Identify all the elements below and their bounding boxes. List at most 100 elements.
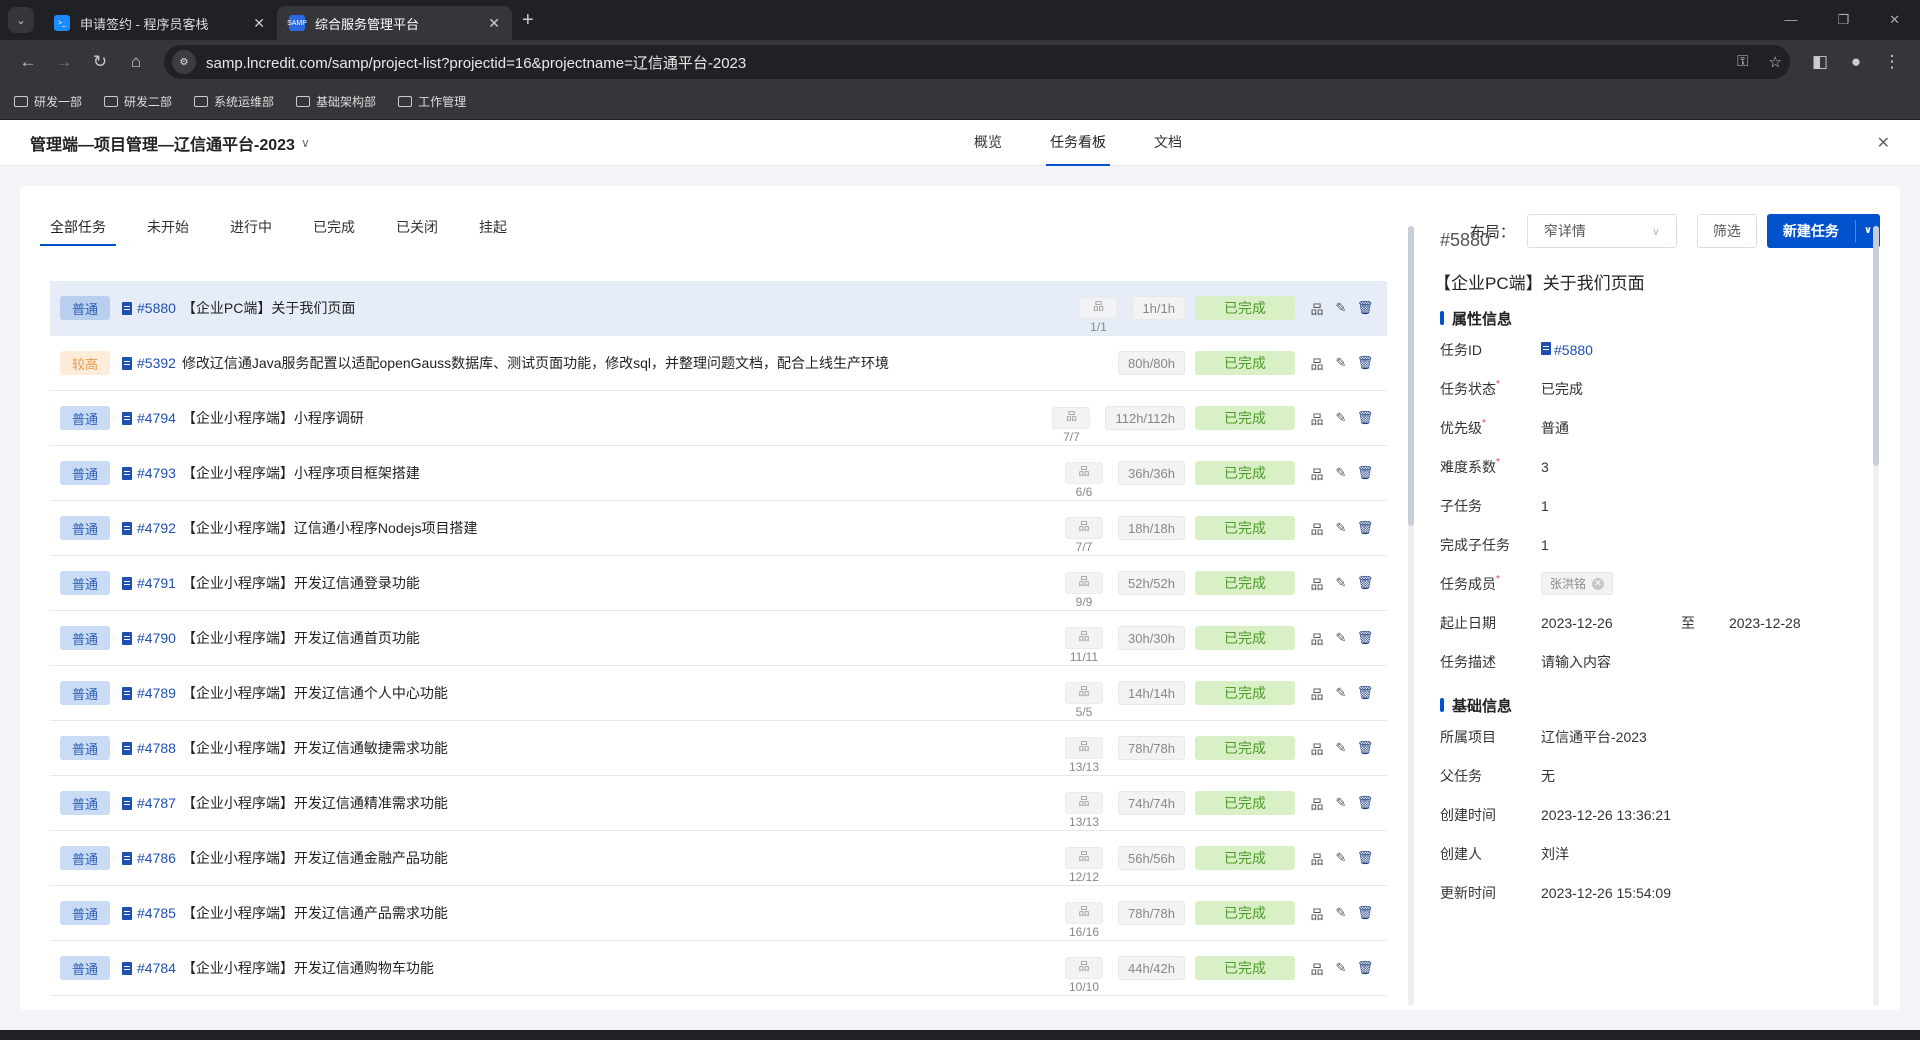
member-chip[interactable]: 张洪铭 ✕ bbox=[1541, 572, 1614, 595]
field-value[interactable]: 普通 bbox=[1541, 418, 1569, 438]
add-subtask-icon[interactable]: 品 bbox=[1305, 354, 1329, 373]
subtask-badge[interactable]: 品 12/12 bbox=[1065, 847, 1103, 884]
subtask-badge[interactable]: 品 7/7 bbox=[1052, 407, 1091, 444]
close-icon[interactable]: ✕ bbox=[1877, 133, 1890, 153]
status-badge[interactable]: 已完成 bbox=[1195, 956, 1295, 980]
status-badge[interactable]: 已完成 bbox=[1195, 901, 1295, 925]
edit-icon[interactable]: ✎ bbox=[1329, 410, 1353, 426]
task-id-link[interactable]: #4788 bbox=[137, 740, 176, 756]
delete-icon[interactable]: 🗑 bbox=[1353, 410, 1377, 426]
home-icon[interactable]: ⌂ bbox=[118, 52, 154, 72]
close-tab-icon[interactable]: ✕ bbox=[488, 15, 500, 32]
delete-icon[interactable]: 🗑 bbox=[1353, 575, 1377, 591]
url-input[interactable]: ⚙ samp.lncredit.com/samp/project-list?pr… bbox=[164, 45, 1790, 79]
task-row[interactable]: 普通 #4786 【企业小程序端】开发辽信通金融产品功能 品 12/12 56h/56h 已… bbox=[50, 831, 1387, 886]
edit-icon[interactable]: ✎ bbox=[1329, 630, 1353, 646]
close-tab-icon[interactable]: ✕ bbox=[253, 15, 265, 32]
status-badge[interactable]: 已完成 bbox=[1195, 846, 1295, 870]
delete-icon[interactable]: 🗑 bbox=[1353, 630, 1377, 646]
key-icon[interactable]: ⚿ bbox=[1737, 53, 1748, 71]
filter-tab[interactable]: 未开始 bbox=[137, 216, 199, 246]
task-id-link[interactable]: #4792 bbox=[137, 520, 176, 536]
task-row[interactable]: 普通 #4788 【企业小程序端】开发辽信通敏捷需求功能 品 13/13 78h/78h 已… bbox=[50, 721, 1387, 776]
delete-icon[interactable]: 🗑 bbox=[1353, 300, 1377, 316]
delete-icon[interactable]: 🗑 bbox=[1353, 795, 1377, 811]
subtask-badge[interactable]: 品 6/6 bbox=[1065, 462, 1103, 499]
minimize-icon[interactable]: — bbox=[1784, 12, 1797, 28]
tab-0[interactable]: 概览 bbox=[970, 120, 1006, 166]
delete-icon[interactable]: 🗑 bbox=[1353, 465, 1377, 481]
bookmark-item[interactable]: 研发二部 bbox=[104, 93, 172, 110]
page-title[interactable]: 管理端—项目管理—辽信通平台-2023 bbox=[30, 131, 295, 155]
filter-tab[interactable]: 已完成 bbox=[303, 216, 365, 246]
field-value[interactable]: 1 bbox=[1541, 498, 1549, 514]
field-value[interactable]: 已完成 bbox=[1541, 379, 1583, 399]
task-name[interactable]: 【企业小程序端】开发辽信通个人中心功能 bbox=[182, 683, 448, 703]
edit-icon[interactable]: ✎ bbox=[1329, 520, 1353, 536]
detail-task-title[interactable]: 【企业PC端】关于我们页面 bbox=[1434, 269, 1870, 294]
task-row[interactable]: 普通 #4787 【企业小程序端】开发辽信通精准需求功能 品 13/13 74h/74h 已… bbox=[50, 776, 1387, 831]
task-row[interactable]: 普通 #4789 【企业小程序端】开发辽信通个人中心功能 品 5/5 14h/14h 已完成… bbox=[50, 666, 1387, 721]
add-subtask-icon[interactable]: 品 bbox=[1305, 574, 1329, 593]
status-badge[interactable]: 已完成 bbox=[1195, 736, 1295, 760]
remove-icon[interactable]: ✕ bbox=[1592, 577, 1605, 590]
field-value[interactable]: 3 bbox=[1541, 459, 1549, 475]
add-subtask-icon[interactable]: 品 bbox=[1305, 959, 1329, 978]
edit-icon[interactable]: ✎ bbox=[1329, 355, 1353, 371]
task-name[interactable]: 【企业小程序端】小程序调研 bbox=[182, 408, 364, 428]
star-icon[interactable]: ☆ bbox=[1769, 53, 1782, 71]
task-row[interactable]: 普通 #4784 【企业小程序端】开发辽信通购物车功能 品 10/10 44h/42h 已完… bbox=[50, 941, 1387, 996]
task-name[interactable]: 【企业小程序端】开发辽信通购物车功能 bbox=[182, 958, 434, 978]
delete-icon[interactable]: 🗑 bbox=[1353, 355, 1377, 371]
delete-icon[interactable]: 🗑 bbox=[1353, 850, 1377, 866]
restore-icon[interactable]: ❐ bbox=[1837, 12, 1849, 28]
task-id-link[interactable]: #4785 bbox=[137, 905, 176, 921]
delete-icon[interactable]: 🗑 bbox=[1353, 960, 1377, 976]
new-tab-button[interactable]: + bbox=[522, 9, 534, 32]
task-name[interactable]: 修改辽信通Java服务配置以适配openGauss数据库、测试页面功能，修改sq… bbox=[182, 353, 889, 373]
subtask-badge[interactable]: 品 13/13 bbox=[1065, 792, 1103, 829]
reload-icon[interactable]: ↻ bbox=[82, 52, 118, 72]
subtask-badge[interactable]: 品 7/7 bbox=[1065, 517, 1103, 554]
filter-tab[interactable]: 已关闭 bbox=[386, 216, 448, 246]
task-row[interactable]: 较高 #5392 修改辽信通Java服务配置以适配openGauss数据库、测试页面… bbox=[50, 336, 1387, 391]
edit-icon[interactable]: ✎ bbox=[1329, 850, 1353, 866]
status-badge[interactable]: 已完成 bbox=[1195, 351, 1295, 375]
task-row[interactable]: 普通 #4791 【企业小程序端】开发辽信通登录功能品 9/9 52h/52h 已完成品 ✎… bbox=[50, 556, 1387, 611]
task-row[interactable]: 普通 #4794 【企业小程序端】小程序调研品 7/7 112h/112h 已完成品 ✎ 🗑 bbox=[50, 391, 1387, 446]
end-date[interactable]: 2023-12-28 bbox=[1729, 615, 1801, 631]
bookmark-item[interactable]: 系统运维部 bbox=[194, 93, 274, 110]
forward-icon[interactable]: → bbox=[46, 52, 82, 72]
add-subtask-icon[interactable]: 品 bbox=[1305, 519, 1329, 538]
task-row[interactable]: 普通 #4785 【企业小程序端】开发辽信通产品需求功能 品 16/16 78h/78h 已… bbox=[50, 886, 1387, 941]
task-id-link[interactable]: #4787 bbox=[137, 795, 176, 811]
tab-1[interactable]: 任务看板 bbox=[1046, 120, 1110, 166]
browser-tab-active[interactable]: SAMP 综合服务管理平台 ✕ bbox=[277, 6, 512, 40]
subtask-badge[interactable]: 品 11/11 bbox=[1065, 627, 1103, 664]
field-value[interactable]: #5880 bbox=[1541, 341, 1593, 358]
status-badge[interactable]: 已完成 bbox=[1195, 296, 1295, 320]
edit-icon[interactable]: ✎ bbox=[1329, 300, 1353, 316]
description-input[interactable]: 请输入内容 bbox=[1541, 652, 1611, 672]
status-badge[interactable]: 已完成 bbox=[1195, 626, 1295, 650]
tab-2[interactable]: 文档 bbox=[1150, 120, 1186, 166]
subtask-badge[interactable]: 品 9/9 bbox=[1065, 572, 1103, 609]
edit-icon[interactable]: ✎ bbox=[1329, 905, 1353, 921]
edit-icon[interactable]: ✎ bbox=[1329, 685, 1353, 701]
add-subtask-icon[interactable]: 品 bbox=[1305, 739, 1329, 758]
detail-scrollbar[interactable] bbox=[1873, 226, 1879, 1006]
delete-icon[interactable]: 🗑 bbox=[1353, 685, 1377, 701]
bookmark-item[interactable]: 研发一部 bbox=[14, 93, 82, 110]
close-window-icon[interactable]: ✕ bbox=[1889, 12, 1900, 28]
task-id-link[interactable]: #4789 bbox=[137, 685, 176, 701]
start-date[interactable]: 2023-12-26 bbox=[1541, 615, 1681, 631]
add-subtask-icon[interactable]: 品 bbox=[1305, 464, 1329, 483]
subtask-badge[interactable]: 品 5/5 bbox=[1065, 682, 1103, 719]
task-id-link[interactable]: #4790 bbox=[137, 630, 176, 646]
task-row[interactable]: 普通 #4793 【企业小程序端】小程序项目框架搭建品 6/6 36h/36h 已完成品 ✎… bbox=[50, 446, 1387, 501]
task-id-link[interactable]: #4794 bbox=[137, 410, 176, 426]
status-badge[interactable]: 已完成 bbox=[1195, 791, 1295, 815]
add-subtask-icon[interactable]: 品 bbox=[1305, 794, 1329, 813]
filter-tab[interactable]: 进行中 bbox=[220, 216, 282, 246]
add-subtask-icon[interactable]: 品 bbox=[1305, 904, 1329, 923]
